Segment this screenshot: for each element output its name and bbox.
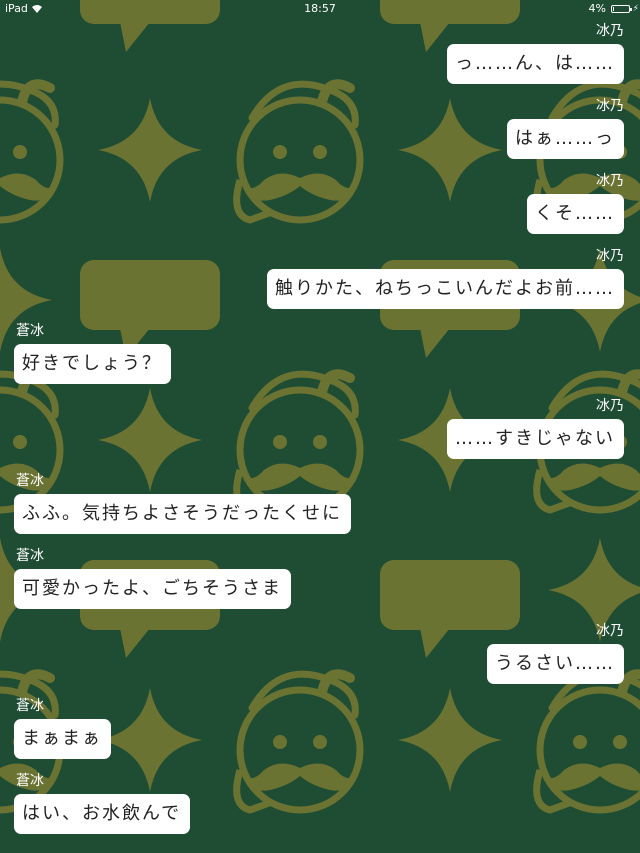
message-bubble[interactable]: ふふ。気持ちよさそうだったくせに [14,494,351,534]
chat-message: 蒼冰 可愛かったよ、ごちそうさま [14,547,291,609]
battery-level [613,7,614,11]
message-sender: 蒼冰 [16,548,44,564]
message-sender: 冰乃 [596,623,624,639]
message-bubble[interactable]: 可愛かったよ、ごちそうさま [14,569,291,609]
message-sender: 蒼冰 [16,323,44,339]
message-bubble[interactable]: 好きでしょう？ [14,344,171,384]
message-sender: 冰乃 [596,398,624,414]
message-sender: 蒼冰 [16,773,44,789]
message-bubble[interactable]: うるさい…… [487,644,624,684]
chat-message: 冰乃 はぁ……っ [507,97,624,159]
message-bubble[interactable]: くそ…… [527,194,624,234]
message-sender: 冰乃 [596,248,624,264]
message-sender: 冰乃 [596,98,624,114]
chat-message: 蒼冰 はい、お水飲んで [14,772,191,834]
chat-message: 冰乃 っ……ん、は…… [447,22,624,84]
chat-message: 蒼冰 まぁまぁ [14,697,111,759]
chat-message: 蒼冰 好きでしょう？ [14,322,171,384]
chat-message: 冰乃 くそ…… [527,172,624,234]
chat-message: 冰乃 うるさい…… [487,622,624,684]
message-bubble[interactable]: まぁまぁ [14,719,111,759]
message-bubble[interactable]: はい、お水飲んで [14,794,191,834]
message-bubble[interactable]: ……すきじゃない [447,419,624,459]
message-sender: 冰乃 [596,23,624,39]
battery-percent: 4% [588,2,606,15]
battery-icon [611,5,632,13]
status-bar: iPad 18:57 4% ⚡ [0,0,640,18]
chat-message: 蒼冰 ふふ。気持ちよさそうだったくせに [14,472,351,534]
message-sender: 蒼冰 [16,473,44,489]
status-time: 18:57 [304,2,336,15]
charging-bolt-icon: ⚡ [632,4,639,14]
message-sender: 蒼冰 [16,698,44,714]
chat-message: 冰乃 ……すきじゃない [447,397,624,459]
message-sender: 冰乃 [596,173,624,189]
message-bubble[interactable]: 触りかた、ねちっこいんだよお前…… [267,269,624,309]
message-bubble[interactable]: はぁ……っ [507,119,624,159]
message-bubble[interactable]: っ……ん、は…… [447,44,624,84]
chat-message: 冰乃 触りかた、ねちっこいんだよお前…… [267,247,624,309]
chat-log[interactable]: 冰乃 っ……ん、は…… 冰乃 はぁ……っ 冰乃 くそ…… 冰乃 触りかた、ねちっ… [0,0,640,853]
